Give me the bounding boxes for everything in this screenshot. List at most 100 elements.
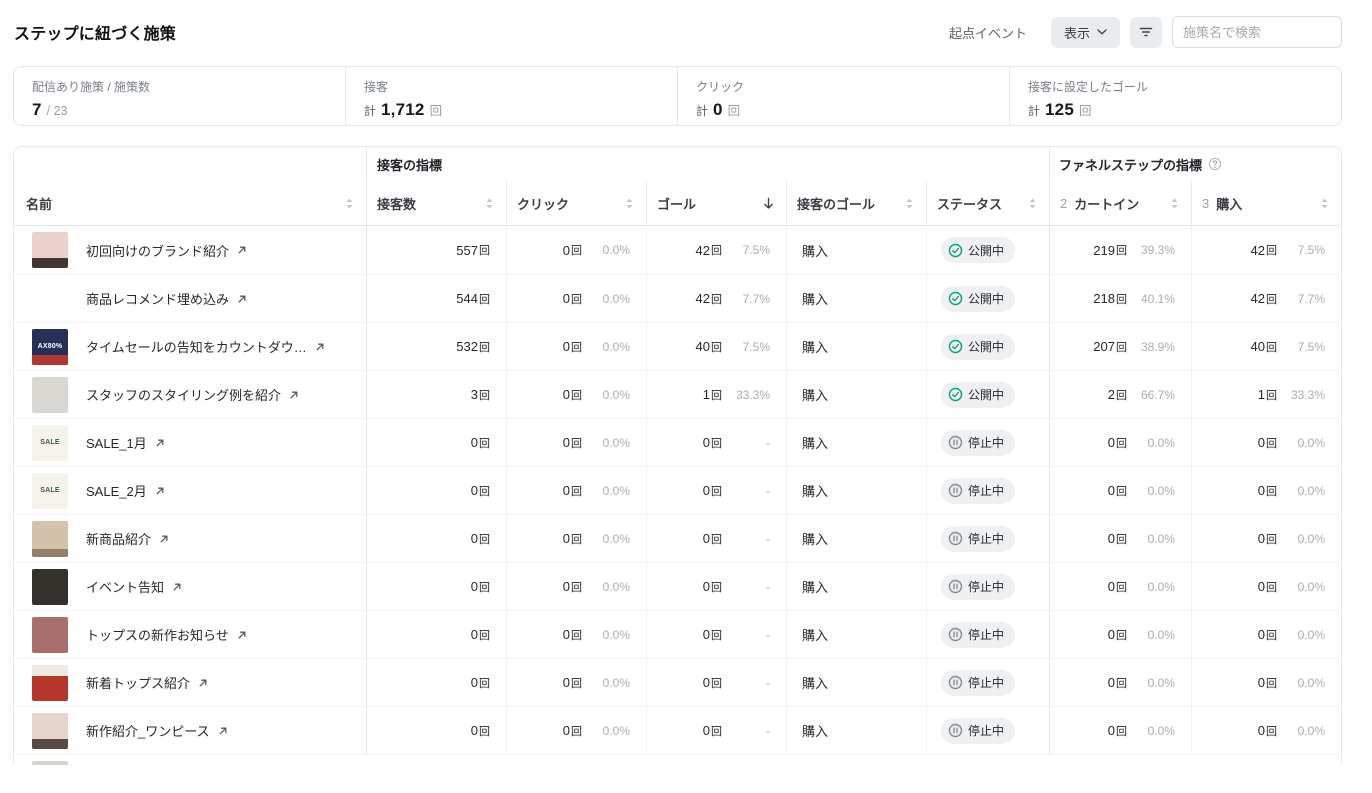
column-header-goals[interactable]: ゴール <box>646 181 786 225</box>
session-goal-cell: 購入 <box>786 659 926 706</box>
filter-button[interactable] <box>1130 16 1162 48</box>
percent-value: 0.0% <box>602 339 630 354</box>
card-value-row: 計 125 回 <box>1028 100 1323 120</box>
campaign-name: 新商品紹介 <box>86 532 152 547</box>
external-link-icon[interactable] <box>171 581 183 593</box>
campaign-thumbnail <box>32 520 68 557</box>
sort-descending-icon <box>763 197 774 210</box>
sessions-cell: 0回 <box>366 419 506 466</box>
percent-value: 0.0% <box>1147 435 1175 450</box>
percent-value: 0.0% <box>602 435 630 450</box>
column-label: カートイン <box>1074 196 1140 212</box>
step2-cell: 0 回 0.0% <box>1049 563 1191 610</box>
count-value: 0 <box>1107 723 1115 738</box>
display-dropdown[interactable]: 表示 <box>1050 16 1120 48</box>
count-unit: 回 <box>1266 389 1277 402</box>
count-value: 218 <box>1093 291 1115 306</box>
sessions-cell: 0回 <box>366 611 506 658</box>
goals-cell: 40 回 7.5% <box>646 323 786 370</box>
external-link-icon[interactable] <box>154 437 166 449</box>
clicks-cell: 0 回 0.0% <box>506 275 646 322</box>
campaign-name-cell: イベント告知 <box>14 563 366 610</box>
column-header-step3[interactable]: 3 購入 <box>1191 181 1341 225</box>
external-link-icon[interactable] <box>288 389 300 401</box>
external-link-icon[interactable] <box>236 293 248 305</box>
sort-icon <box>1028 197 1037 210</box>
count-value: 2 <box>1107 387 1115 402</box>
table-row: 初回向けのブランド紹介 557 回 0 回 0.0% 42 回 7.5% 購入 公開中 219 回 39.… <box>14 226 1341 274</box>
count-value: 0 <box>470 531 478 546</box>
external-link-icon[interactable] <box>158 533 170 545</box>
session-goal: 購入 <box>802 436 829 451</box>
group-header-funnel-metrics: ファネルステップの指標 <box>1049 147 1341 181</box>
table-row: AX80% タイムセールの告知をカウントダウ… 532 回 0 回 0.0% 40 回 7.5% 購… <box>14 322 1341 370</box>
count-value: 42 <box>1250 291 1265 306</box>
percent-value: 0.0% <box>1297 483 1325 498</box>
external-link-icon[interactable] <box>314 341 326 353</box>
count-value: 0 <box>1257 675 1265 690</box>
card-suffix: 回 <box>1078 104 1092 118</box>
count-value: 0 <box>562 435 570 450</box>
column-header-session-goal[interactable]: 接客のゴール <box>786 181 926 225</box>
external-link-icon[interactable] <box>217 725 229 737</box>
status-badge: 公開中 <box>941 285 1016 312</box>
percent-value: - <box>766 627 770 642</box>
percent-value: - <box>766 579 770 594</box>
count-value: 1 <box>702 387 710 402</box>
column-header-clicks[interactable]: クリック <box>506 181 646 225</box>
step3-cell: 0 回 0.0% <box>1191 659 1341 706</box>
column-header-status[interactable]: ステータス <box>926 181 1049 225</box>
percent-value: 0.0% <box>1297 579 1325 594</box>
help-icon[interactable] <box>1208 157 1222 171</box>
campaign-name-cell: 新着トップス紹介 <box>14 659 366 706</box>
count-value: 557 <box>456 242 478 258</box>
search-input[interactable] <box>1172 16 1342 48</box>
sort-icon <box>1320 197 1329 210</box>
campaign-thumbnail: AX80% <box>32 328 68 365</box>
campaign-name: イベント告知 <box>86 580 165 595</box>
count-unit: 回 <box>711 245 722 257</box>
status-cell: 公開中 <box>926 226 1049 274</box>
external-link-icon[interactable] <box>236 629 248 641</box>
goals-cell: 42 回 7.7% <box>646 275 786 322</box>
session-goal-cell: 購入 <box>786 611 926 658</box>
count-value: 40 <box>695 339 710 354</box>
count-unit: 回 <box>1266 725 1277 738</box>
session-goal-cell: 購入 <box>786 275 926 322</box>
status-cell: 停止中 <box>926 515 1049 562</box>
status-label: 停止中 <box>968 484 1005 498</box>
external-link-icon[interactable] <box>197 677 209 689</box>
column-header-name[interactable]: 名前 <box>14 181 366 225</box>
external-link-icon[interactable] <box>154 485 166 497</box>
goals-cell: 1 回 33.3% <box>646 371 786 418</box>
step3-cell: 40 回 7.5% <box>1191 323 1341 370</box>
count-unit: 回 <box>1116 293 1127 306</box>
count-unit: 回 <box>711 725 722 738</box>
column-header-step2[interactable]: 2 カートイン <box>1049 181 1191 225</box>
count-unit: 回 <box>479 341 490 354</box>
campaign-name-cell <box>14 755 366 765</box>
external-link-icon[interactable] <box>236 244 248 256</box>
count-value: 0 <box>562 627 570 642</box>
count-unit: 回 <box>711 533 722 546</box>
step3-cell: 0 回 0.0% <box>1191 467 1341 514</box>
sort-icon <box>905 197 914 210</box>
step2-cell: 207 回 38.9% <box>1049 323 1191 370</box>
status-cell: 停止中 <box>926 419 1049 466</box>
count-unit: 回 <box>571 725 582 738</box>
table-row: スタッフのスタイリング例を紹介 3 回 0 回 0.0% 1 回 33.3% 購入 公開中 2 回 66.… <box>14 370 1341 418</box>
goals-cell: 0回 - <box>646 659 786 706</box>
count-unit: 回 <box>1266 437 1277 450</box>
column-header-sessions[interactable]: 接客数 <box>366 181 506 225</box>
goals-cell: 0回 - <box>646 563 786 610</box>
card-prefix: 計 <box>696 104 709 118</box>
count-value: 0 <box>470 435 478 450</box>
count-value: 0 <box>562 579 570 594</box>
count-unit: 回 <box>711 677 722 690</box>
percent-value: 38.9% <box>1140 339 1175 354</box>
session-goal-cell: 購入 <box>786 563 926 610</box>
count-unit: 回 <box>1266 293 1277 306</box>
campaign-thumbnail <box>32 664 68 701</box>
card-value: 1,712 <box>381 100 425 119</box>
pause-circle-icon <box>948 723 963 738</box>
